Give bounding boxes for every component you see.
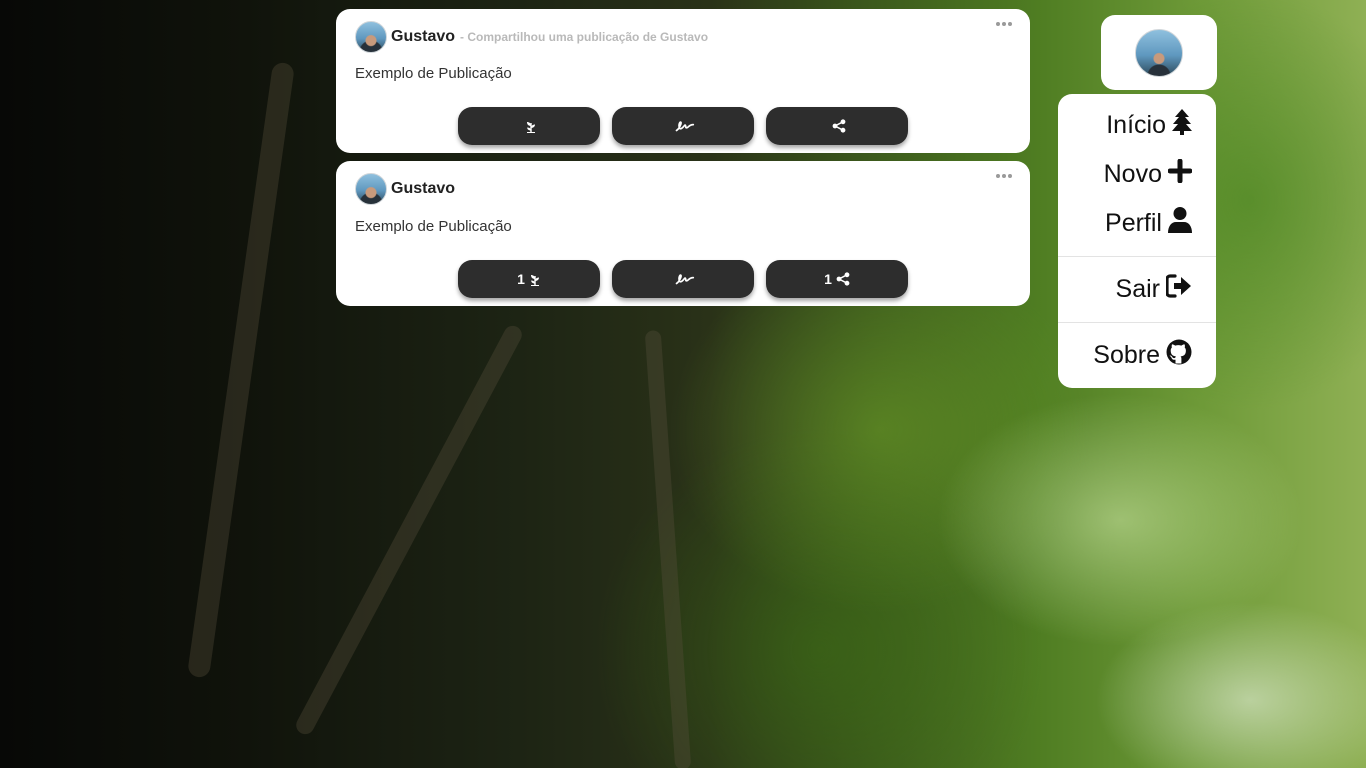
background-branch: [293, 322, 525, 738]
signature-icon: [675, 120, 695, 132]
post-text: Exemplo de Publicação: [355, 218, 512, 235]
more-options-icon[interactable]: [996, 171, 1012, 181]
post-actions: 1 1: [336, 260, 1030, 298]
like-button[interactable]: 1: [458, 260, 600, 298]
share-count: 1: [824, 271, 832, 287]
author-name[interactable]: Gustavo: [391, 180, 455, 198]
background-branch: [644, 329, 692, 768]
menu-divider: [1058, 256, 1216, 257]
post-header: Gustavo: [355, 173, 1011, 205]
seedling-icon: [525, 120, 537, 133]
tree-icon: [1172, 109, 1192, 142]
menu-item-label: Início: [1106, 111, 1166, 139]
post-header: Gustavo - Compartilhou uma publicação de…: [355, 21, 1011, 53]
menu-item-sair[interactable]: Sair: [1058, 265, 1216, 314]
menu-item-perfil[interactable]: Perfil: [1058, 199, 1216, 248]
more-options-icon[interactable]: [996, 19, 1012, 29]
sign-out-icon: [1165, 274, 1192, 305]
share-button[interactable]: 1: [766, 260, 908, 298]
author-name[interactable]: Gustavo: [391, 28, 455, 46]
plus-icon: [1167, 158, 1193, 190]
seedling-icon: [529, 273, 541, 286]
background-branch: [186, 61, 296, 679]
menu-item-label: Sobre: [1093, 341, 1160, 369]
signature-icon: [675, 273, 695, 285]
menu-item-label: Novo: [1103, 160, 1162, 188]
like-button[interactable]: [458, 107, 600, 145]
menu-item-label: Sair: [1115, 275, 1160, 303]
share-icon: [836, 272, 850, 286]
author-avatar[interactable]: [355, 21, 387, 53]
post-card: Gustavo - Compartilhou uma publicação de…: [336, 9, 1030, 153]
menu-item-sobre[interactable]: Sobre: [1058, 331, 1216, 380]
profile-card: [1101, 15, 1217, 90]
comment-button[interactable]: [612, 107, 754, 145]
profile-avatar[interactable]: [1135, 28, 1183, 77]
share-button[interactable]: [766, 107, 908, 145]
share-icon: [832, 119, 846, 133]
menu-divider: [1058, 322, 1216, 323]
user-icon: [1168, 207, 1192, 240]
post-text: Exemplo de Publicação: [355, 65, 512, 82]
like-count: 1: [517, 271, 525, 287]
post-card: Gustavo Exemplo de Publicação 1 1: [336, 161, 1030, 306]
comment-button[interactable]: [612, 260, 754, 298]
menu-item-label: Perfil: [1105, 209, 1162, 237]
author-avatar[interactable]: [355, 173, 387, 205]
post-feed: Gustavo - Compartilhou uma publicação de…: [336, 9, 1030, 314]
post-actions: [336, 107, 1030, 145]
menu-item-novo[interactable]: Novo: [1058, 150, 1216, 199]
side-menu: Início Novo Perfil Sair Sobre: [1058, 94, 1216, 388]
menu-item-inicio[interactable]: Início: [1058, 101, 1216, 150]
shared-note: - Compartilhou uma publicação de Gustavo: [460, 30, 709, 44]
github-icon: [1166, 339, 1192, 372]
